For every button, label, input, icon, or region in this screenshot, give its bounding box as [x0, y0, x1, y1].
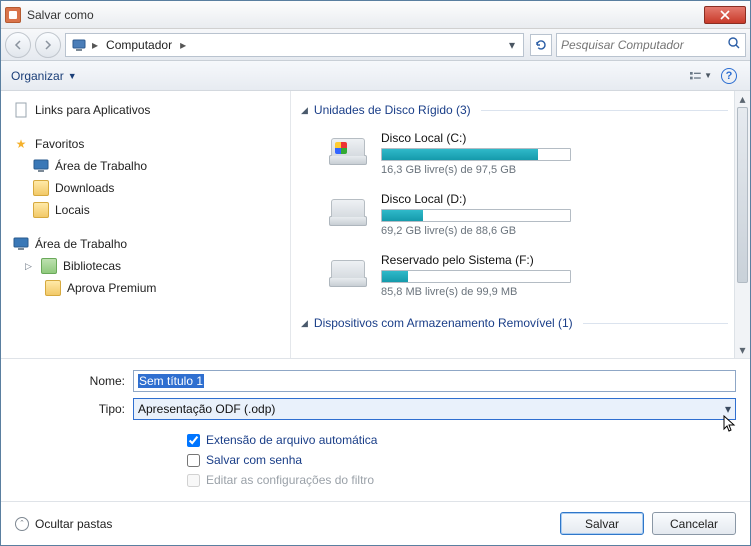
help-icon: ? [721, 68, 737, 84]
libraries-icon [41, 258, 57, 274]
refresh-button[interactable] [530, 34, 552, 56]
folder-icon [33, 202, 49, 218]
cancel-button[interactable]: Cancelar [652, 512, 736, 535]
chevron-right-icon: ▸ [178, 38, 188, 52]
expand-icon[interactable]: ▷ [25, 261, 35, 272]
organize-menu[interactable]: Organizar ▼ [11, 69, 77, 83]
sidebar-item-libraries[interactable]: ▷ Bibliotecas [5, 255, 286, 277]
computer-icon [70, 36, 88, 54]
checkbox-save-password[interactable]: Salvar com senha [187, 450, 377, 470]
sidebar-item-locais[interactable]: Locais [5, 199, 286, 221]
scroll-thumb[interactable] [737, 107, 748, 283]
navigation-bar: ▸ Computador ▸ ▾ [1, 29, 750, 61]
drive-icon [327, 131, 369, 165]
desktop-icon [13, 236, 29, 252]
drive-free-text: 69,2 GB livre(s) de 88,6 GB [381, 222, 728, 237]
collapse-icon: ◢ [301, 105, 308, 116]
search-icon [727, 36, 741, 53]
back-button[interactable] [5, 32, 31, 58]
chevron-right-icon: ▸ [90, 38, 100, 52]
name-label: Nome: [15, 374, 125, 388]
organize-label: Organizar [11, 69, 64, 83]
close-icon [720, 10, 730, 20]
save-button[interactable]: Salvar [560, 512, 644, 535]
address-dropdown[interactable]: ▾ [503, 38, 521, 52]
group-header-hdd[interactable]: ◢ Unidades de Disco Rígido (3) [301, 99, 728, 125]
arrow-right-icon [42, 39, 54, 51]
sidebar-section-favorites[interactable]: ★ Favoritos [5, 133, 286, 155]
folder-icon [45, 280, 61, 296]
group-header-removable[interactable]: ◢ Dispositivos com Armazenamento Removív… [301, 308, 728, 338]
app-icon [5, 7, 21, 23]
breadcrumb-item[interactable]: Computador [100, 36, 178, 54]
cursor-icon [723, 415, 737, 433]
address-bar[interactable]: ▸ Computador ▸ ▾ [65, 33, 524, 57]
usage-bar [381, 148, 571, 161]
search-box[interactable] [556, 33, 746, 57]
desktop-icon [33, 158, 49, 174]
drive-item[interactable]: Disco Local (D:) 69,2 GB livre(s) de 88,… [301, 186, 728, 247]
sidebar-item-desktop[interactable]: Área de Trabalho [5, 155, 286, 177]
view-tiles-icon [690, 69, 702, 83]
usage-bar [381, 209, 571, 222]
toolbar: Organizar ▼ ▼ ? [1, 61, 750, 91]
arrow-left-icon [12, 39, 24, 51]
refresh-icon [534, 38, 548, 52]
vertical-scrollbar[interactable]: ▴ ▾ [734, 91, 750, 358]
collapse-icon: ◢ [301, 318, 308, 329]
search-input[interactable] [561, 38, 727, 52]
chevron-up-icon: ˆ [15, 517, 29, 531]
checkbox-edit-filter: Editar as configurações do filtro [187, 470, 377, 490]
sidebar-item-app-links[interactable]: Links para Aplicativos [5, 99, 286, 121]
star-icon: ★ [13, 136, 29, 152]
checkbox-input [187, 474, 200, 487]
hide-folders-button[interactable]: ˆ Ocultar pastas [15, 517, 112, 531]
drive-name: Disco Local (C:) [381, 131, 728, 148]
usage-bar [381, 270, 571, 283]
footer: ˆ Ocultar pastas Salvar Cancelar [1, 501, 750, 545]
filename-input[interactable]: Sem título 1 [133, 370, 736, 392]
content-pane: ◢ Unidades de Disco Rígido (3) Disco Loc… [291, 91, 750, 358]
sidebar: Links para Aplicativos ★ Favoritos Área … [1, 91, 291, 358]
scroll-down-icon[interactable]: ▾ [735, 342, 750, 358]
drive-free-text: 85,8 MB livre(s) de 99,9 MB [381, 283, 728, 298]
checkbox-input[interactable] [187, 434, 200, 447]
form-area: Nome: Sem título 1 Tipo: Apresentação OD… [1, 358, 750, 501]
view-mode-button[interactable]: ▼ [690, 65, 712, 87]
chevron-down-icon: ▼ [68, 71, 77, 81]
sidebar-section-desktop[interactable]: Área de Trabalho [5, 233, 286, 255]
drive-free-text: 16,3 GB livre(s) de 97,5 GB [381, 161, 728, 176]
drive-item[interactable]: Disco Local (C:) 16,3 GB livre(s) de 97,… [301, 125, 728, 186]
filetype-select[interactable]: Apresentação ODF (.odp) ▾ [133, 398, 736, 420]
save-as-dialog: Salvar como ▸ Computador ▸ ▾ [0, 0, 751, 546]
titlebar: Salvar como [1, 1, 750, 29]
chevron-down-icon: ▾ [725, 402, 731, 416]
drive-icon [327, 192, 369, 226]
document-icon [13, 102, 29, 118]
type-label: Tipo: [15, 402, 125, 416]
checkbox-auto-extension[interactable]: Extensão de arquivo automática [187, 430, 377, 450]
drive-item[interactable]: Reservado pelo Sistema (F:) 85,8 MB livr… [301, 247, 728, 308]
sidebar-item-downloads[interactable]: Downloads [5, 177, 286, 199]
scroll-up-icon[interactable]: ▴ [735, 91, 750, 107]
chevron-down-icon: ▼ [704, 71, 712, 80]
forward-button[interactable] [35, 32, 61, 58]
drive-name: Reservado pelo Sistema (F:) [381, 253, 728, 270]
help-button[interactable]: ? [718, 65, 740, 87]
drive-icon [327, 253, 369, 287]
close-button[interactable] [704, 6, 746, 24]
sidebar-item-aprova[interactable]: Aprova Premium [5, 277, 286, 299]
drive-name: Disco Local (D:) [381, 192, 728, 209]
folder-icon [33, 180, 49, 196]
window-title: Salvar como [27, 8, 704, 22]
checkbox-input[interactable] [187, 454, 200, 467]
